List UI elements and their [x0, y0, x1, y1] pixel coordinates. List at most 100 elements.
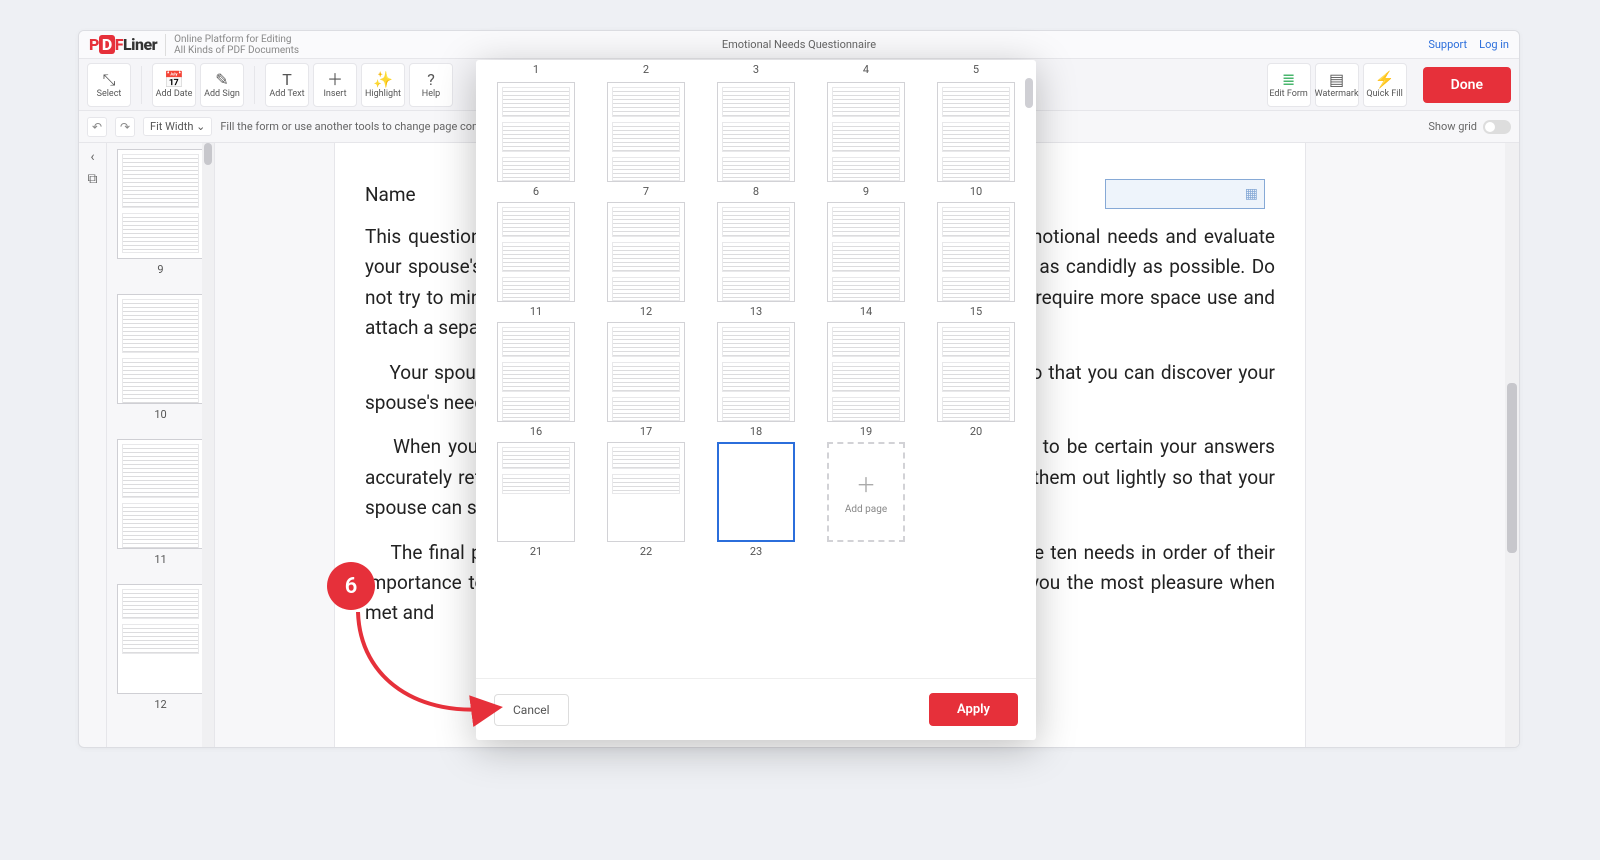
modal-page-label: 17 — [640, 425, 652, 438]
modal-page-thumbnail[interactable] — [827, 82, 905, 182]
plus-icon: ＋ — [856, 469, 876, 498]
watermark-tool[interactable]: ▤Watermark — [1315, 63, 1359, 107]
watermark-icon: ▤ — [1329, 71, 1344, 89]
modal-page-thumbnail[interactable] — [497, 82, 575, 182]
collapse-icon[interactable]: ‹ — [90, 149, 94, 165]
modal-page-label: 20 — [970, 425, 982, 438]
page-number: 5 — [930, 63, 1022, 76]
plus-icon: ＋ — [327, 71, 343, 89]
row-top-numbers: 1 2 3 4 5 — [476, 60, 1036, 78]
modal-page-thumbnail[interactable] — [937, 82, 1015, 182]
modal-page-thumbnail[interactable] — [607, 322, 685, 422]
calendar-icon: ▦ — [1245, 186, 1258, 202]
insert-tool[interactable]: ＋Insert — [313, 63, 357, 107]
document-title: Emotional Needs Questionnaire — [79, 38, 1519, 51]
thumbnail-label: 11 — [117, 553, 204, 566]
help-icon: ? — [427, 71, 435, 89]
separator — [141, 66, 142, 104]
thumbnail-label: 12 — [117, 698, 204, 711]
separator — [254, 66, 255, 104]
modal-page-label: 7 — [643, 185, 649, 198]
modal-page-thumbnail[interactable] — [497, 442, 575, 542]
thumbnails-scrollbar[interactable] — [202, 143, 214, 747]
modal-page-label: 14 — [860, 305, 872, 318]
calendar-icon: 📅 — [164, 71, 184, 89]
date-field[interactable]: ▦ — [1105, 179, 1265, 209]
modal-body: 6 7 8 9 10 11 12 13 14 15 16 17 18 19 20 21 22 23 ＋ Add pag… — [476, 78, 1036, 678]
chevron-down-icon: ⌄ — [196, 120, 205, 133]
modal-page-thumbnail[interactable] — [717, 82, 795, 182]
login-link[interactable]: Log in — [1479, 38, 1509, 51]
modal-page-thumbnail[interactable] — [607, 442, 685, 542]
add-text-tool[interactable]: TAdd Text — [265, 63, 309, 107]
pages-modal: 1 2 3 4 5 678910111213141516171819202122… — [476, 60, 1036, 740]
modal-page-thumbnail[interactable] — [717, 322, 795, 422]
cancel-button[interactable]: Cancel — [494, 694, 569, 726]
select-tool[interactable]: ⤡Select — [87, 63, 131, 107]
modal-page-label: 23 — [750, 545, 762, 558]
thumbnail[interactable] — [117, 149, 204, 259]
thumbnail[interactable] — [117, 584, 204, 694]
thumbnail-label: 10 — [117, 408, 204, 421]
modal-scrollbar[interactable] — [1024, 78, 1034, 678]
cursor-icon: ⤡ — [103, 71, 116, 89]
help-tool[interactable]: ?Help — [409, 63, 453, 107]
modal-page-label: 10 — [970, 185, 982, 198]
add-sign-tool[interactable]: ✎Add Sign — [200, 63, 244, 107]
modal-page-label: 13 — [750, 305, 762, 318]
modal-page-label: 15 — [970, 305, 982, 318]
zoom-select[interactable]: Fit Width ⌄ — [143, 117, 212, 136]
redo-button[interactable]: ↷ — [115, 117, 135, 137]
add-page-button[interactable]: ＋ Add page — [827, 442, 905, 542]
done-button[interactable]: Done — [1423, 67, 1511, 103]
pages-icon[interactable]: ⧉ — [88, 171, 98, 187]
quick-fill-tool[interactable]: ⚡Quick Fill — [1363, 63, 1407, 107]
page-number: 2 — [600, 63, 692, 76]
canvas-scrollbar[interactable] — [1505, 143, 1519, 747]
modal-page-label: 8 — [753, 185, 759, 198]
text-icon: T — [282, 71, 292, 89]
modal-page-label: 16 — [530, 425, 542, 438]
form-icon: ≣ — [1282, 71, 1295, 89]
add-page-label: Add page — [845, 504, 887, 515]
modal-page-thumbnail[interactable] — [717, 202, 795, 302]
modal-footer: Cancel Apply — [476, 678, 1036, 740]
hint-text: Fill the form or use another tools to ch… — [220, 120, 497, 133]
modal-page-thumbnail[interactable] — [827, 202, 905, 302]
modal-page-thumbnail[interactable] — [827, 322, 905, 422]
side-column: ‹ ⧉ — [79, 143, 107, 747]
edit-form-tool[interactable]: ≣Edit Form — [1267, 63, 1311, 107]
page-number: 4 — [820, 63, 912, 76]
apply-button[interactable]: Apply — [929, 693, 1018, 726]
page-number: 3 — [710, 63, 802, 76]
thumbnail[interactable] — [117, 439, 204, 549]
bolt-icon: ⚡ — [1375, 71, 1395, 89]
thumbnail[interactable] — [117, 294, 204, 404]
thumbnail-label: 9 — [117, 263, 204, 276]
highlight-tool[interactable]: ✨Highlight — [361, 63, 405, 107]
modal-page-label: 18 — [750, 425, 762, 438]
show-grid-label: Show grid — [1428, 120, 1477, 133]
undo-button[interactable]: ↶ — [87, 117, 107, 137]
modal-page-label: 12 — [640, 305, 652, 318]
step-annotation: 6 — [327, 562, 375, 610]
add-date-tool[interactable]: 📅Add Date — [152, 63, 196, 107]
highlighter-icon: ✨ — [373, 71, 393, 89]
show-grid-toggle[interactable] — [1483, 120, 1511, 134]
modal-page-label: 6 — [533, 185, 539, 198]
modal-page-label: 11 — [530, 305, 542, 318]
modal-page-thumbnail[interactable] — [937, 322, 1015, 422]
page-number: 1 — [490, 63, 582, 76]
modal-page-label: 21 — [530, 545, 542, 558]
modal-page-thumbnail[interactable] — [497, 322, 575, 422]
modal-page-label: 9 — [863, 185, 869, 198]
signature-icon: ✎ — [215, 71, 228, 89]
modal-page-label: 19 — [860, 425, 872, 438]
modal-page-thumbnail[interactable] — [607, 82, 685, 182]
modal-page-thumbnail[interactable] — [717, 442, 795, 542]
modal-page-thumbnail[interactable] — [497, 202, 575, 302]
modal-page-label: 22 — [640, 545, 652, 558]
support-link[interactable]: Support — [1428, 38, 1467, 51]
modal-page-thumbnail[interactable] — [937, 202, 1015, 302]
modal-page-thumbnail[interactable] — [607, 202, 685, 302]
